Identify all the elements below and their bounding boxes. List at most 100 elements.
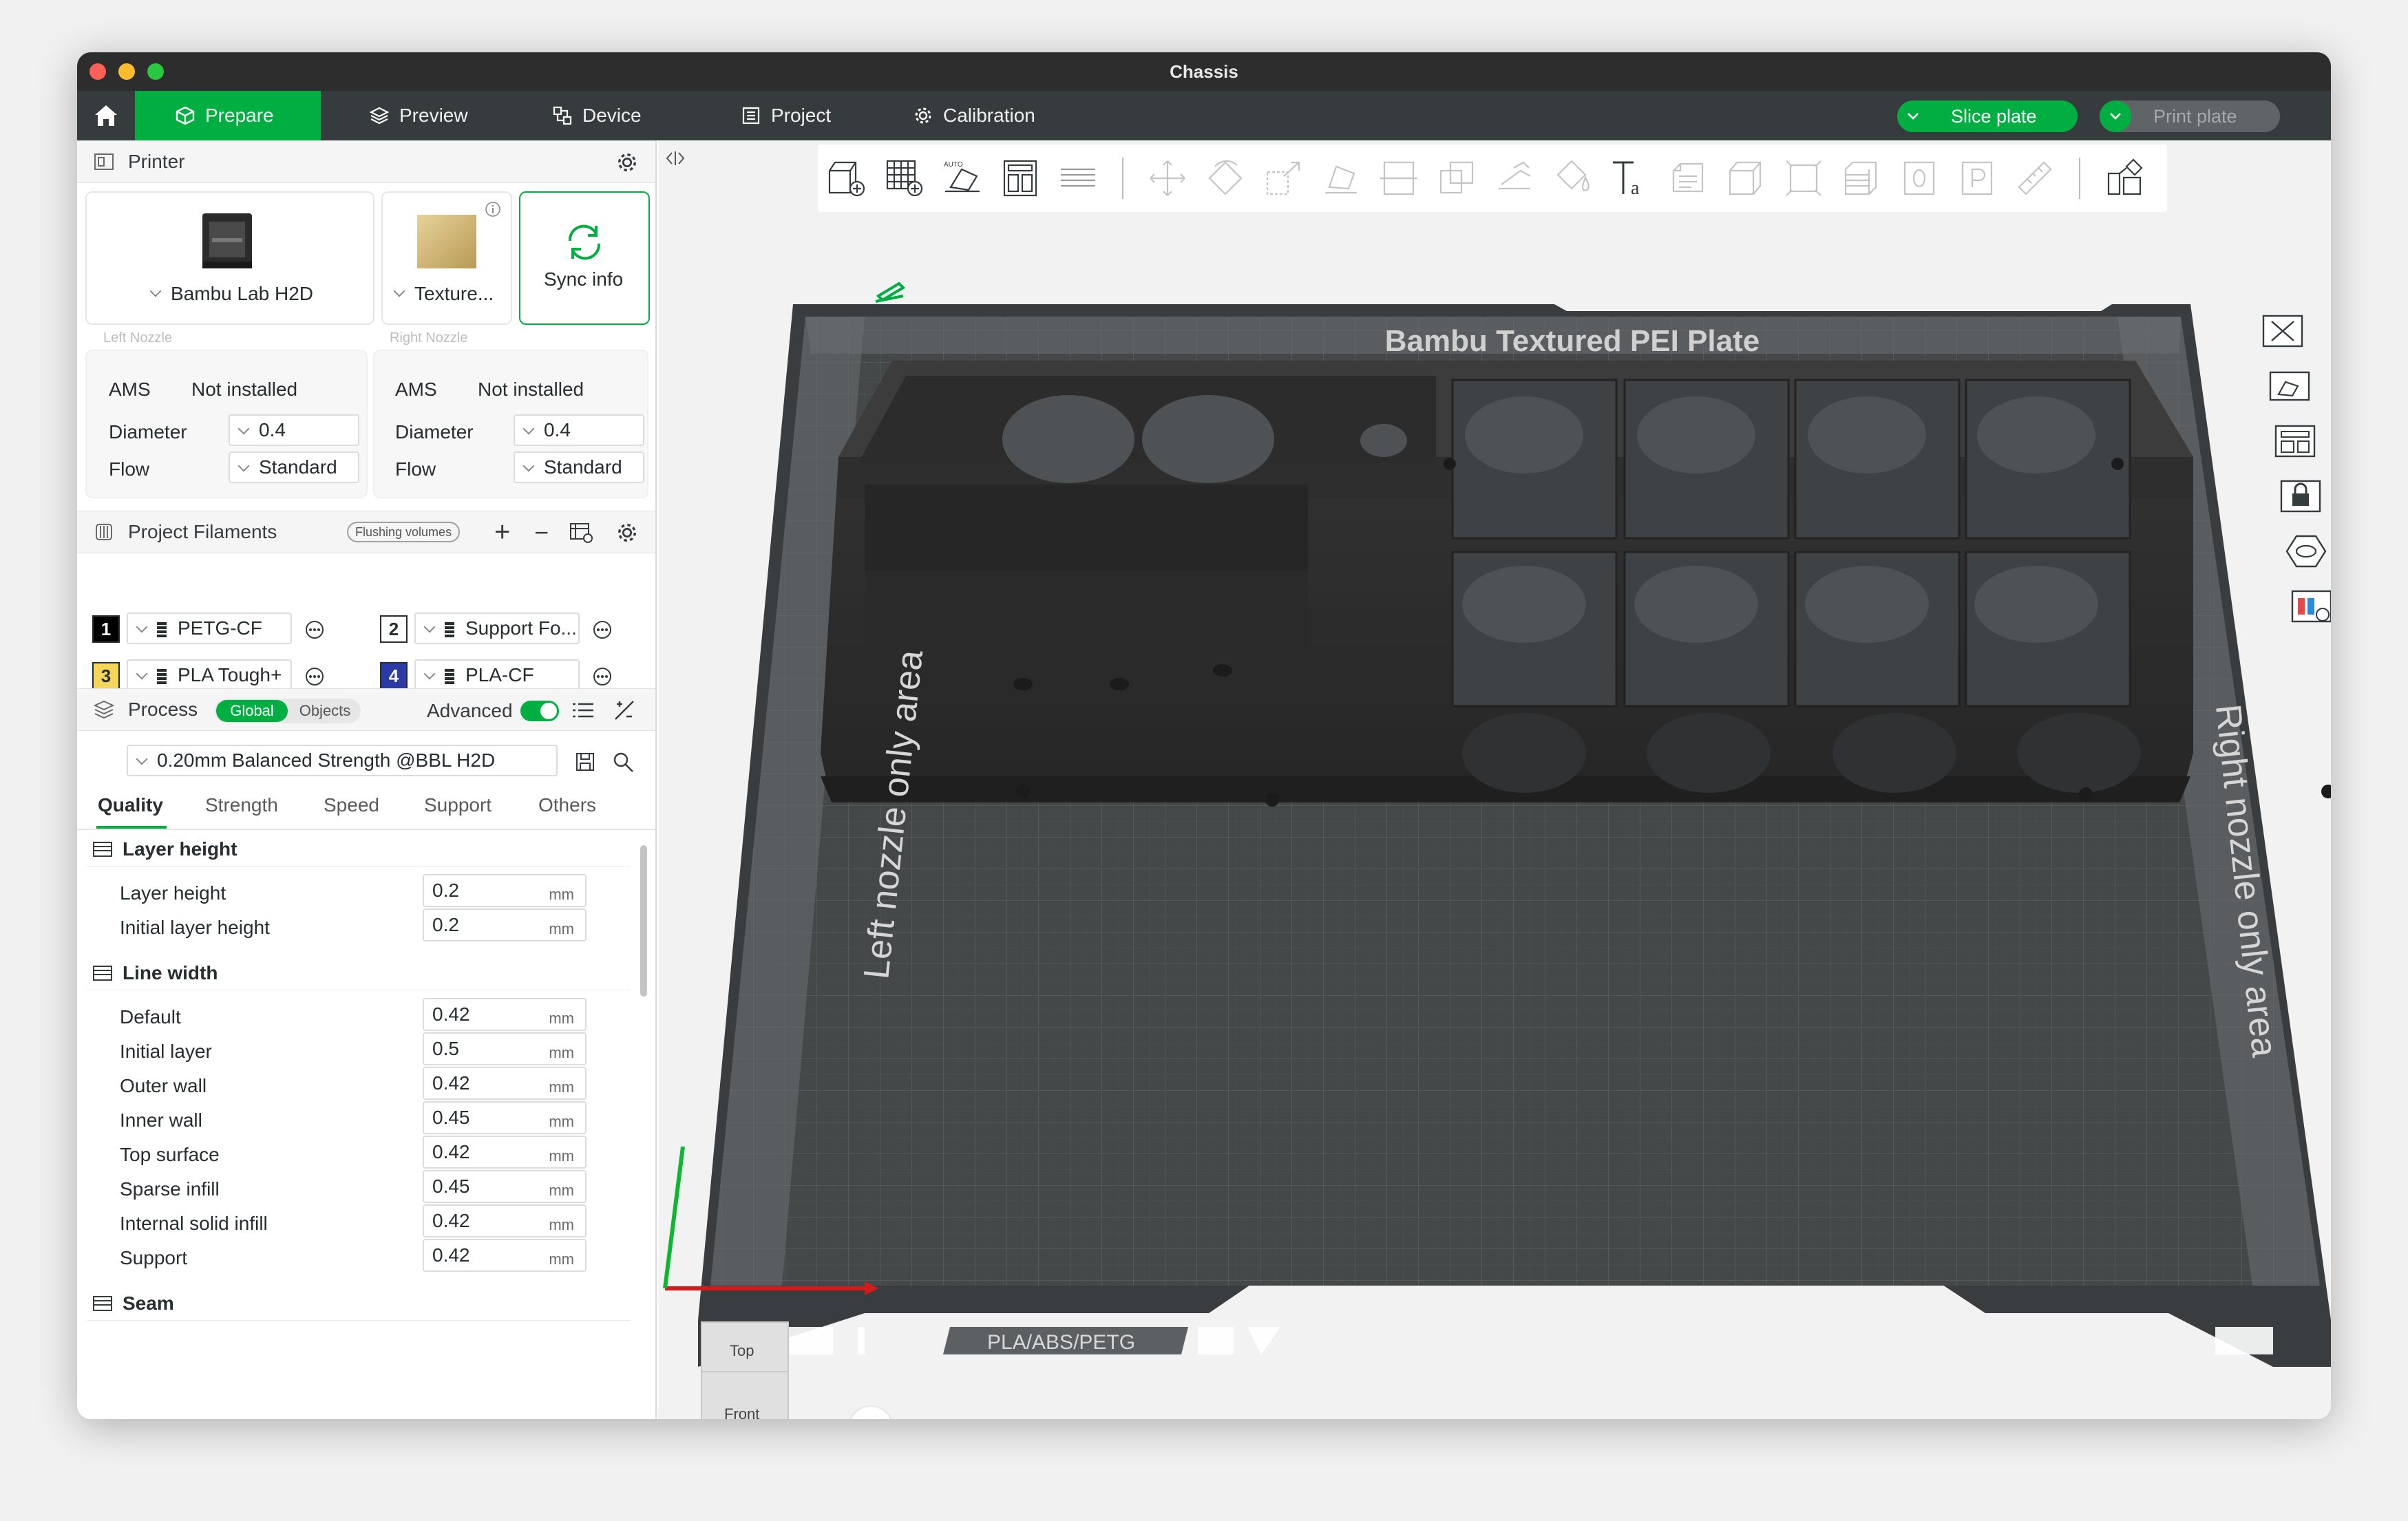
tab-device[interactable]: Device: [542, 91, 642, 140]
tab-calibration[interactable]: Calibration: [903, 91, 1035, 140]
arrange-button[interactable]: [991, 149, 1049, 207]
add-object-button[interactable]: [818, 149, 876, 207]
filament-settings-icon[interactable]: [569, 521, 593, 544]
printer-settings-gear-icon[interactable]: [615, 151, 639, 174]
object-layer-button[interactable]: [1890, 149, 1948, 207]
tab-speed[interactable]: Speed: [324, 794, 379, 816]
tab-strength[interactable]: Strength: [205, 794, 278, 816]
filament-more-icon[interactable]: [304, 619, 325, 640]
3d-viewport[interactable]: Bambu Textured PEI Plate Left nozzle onl…: [658, 140, 2331, 1419]
left-flow-select[interactable]: Standard: [229, 451, 359, 483]
collapse-sidebar-icon[interactable]: [665, 150, 686, 167]
slice-view-button[interactable]: [1833, 149, 1890, 207]
info-icon[interactable]: [485, 201, 501, 217]
auto-orient-button[interactable]: AUTO: [933, 149, 991, 207]
home-button[interactable]: [77, 91, 135, 140]
param-value-input[interactable]: 0.45 mm: [423, 1170, 587, 1203]
minimize-window-button[interactable]: [118, 63, 135, 80]
add-filament-icon[interactable]: +: [494, 517, 510, 548]
ruler-button[interactable]: [2006, 149, 2064, 207]
seam-paint-button[interactable]: [1543, 149, 1601, 207]
param-value-input[interactable]: 0.45 mm: [423, 1101, 587, 1134]
compare-icon[interactable]: [613, 699, 636, 722]
slice-options-dropdown[interactable]: [1897, 100, 1929, 132]
printer-model-select[interactable]: Bambu Lab H2D: [142, 278, 335, 310]
filament-select[interactable]: Support Fo...: [414, 613, 580, 644]
param-value-input[interactable]: 0.42 mm: [423, 1204, 587, 1237]
variable-height-button[interactable]: [1717, 149, 1775, 207]
plate-arrange-button[interactable]: [2266, 420, 2324, 462]
add-plate-button[interactable]: [876, 149, 933, 207]
sync-info-button[interactable]: Sync info: [519, 191, 650, 325]
save-preset-icon[interactable]: [574, 752, 596, 772]
svg-tool-button[interactable]: [1659, 149, 1717, 207]
filament-more-icon[interactable]: [304, 666, 325, 687]
view-cube[interactable]: Top Front: [701, 1321, 789, 1419]
tab-others[interactable]: Others: [538, 794, 596, 816]
scale-tool-button[interactable]: [1254, 149, 1312, 207]
slice-plate-button[interactable]: Slice plate: [1897, 100, 2078, 132]
plate-view-button[interactable]: [2277, 530, 2331, 573]
filament-more-icon[interactable]: [592, 666, 613, 687]
parameters-scrollbar[interactable]: [640, 845, 647, 997]
param-value-input[interactable]: 0.5 mm: [423, 1032, 587, 1065]
tab-project[interactable]: Project: [731, 91, 831, 140]
close-window-button[interactable]: [89, 63, 106, 80]
maximize-window-button[interactable]: [147, 63, 164, 80]
move-tool-button[interactable]: [1139, 149, 1196, 207]
search-icon[interactable]: [611, 750, 635, 774]
tab-prepare[interactable]: Prepare: [135, 91, 321, 140]
build-plate-scene[interactable]: Bambu Textured PEI Plate Left nozzle onl…: [658, 140, 2331, 1419]
process-preset-select[interactable]: 0.20mm Balanced Strength @BBL H2D: [127, 745, 558, 776]
plate-auto-orient-button[interactable]: [2261, 365, 2319, 407]
delete-all-button[interactable]: [2254, 310, 2312, 352]
param-value-input[interactable]: 0.2 mm: [423, 908, 587, 942]
view-cube-front[interactable]: Front: [724, 1405, 759, 1419]
param-value-input[interactable]: 0.42 mm: [423, 1136, 587, 1169]
param-value-input[interactable]: 0.2 mm: [423, 874, 587, 907]
right-flow-select[interactable]: Standard: [514, 451, 644, 483]
print-options-dropdown[interactable]: [2100, 100, 2131, 132]
param-value-input[interactable]: 0.42 mm: [423, 998, 587, 1031]
plate-filament-map-button[interactable]: [2283, 585, 2331, 628]
filament-number-badge[interactable]: 4: [380, 662, 408, 690]
param-value-input[interactable]: 0.42 mm: [423, 1239, 587, 1272]
filament-number-badge[interactable]: 3: [92, 662, 120, 690]
remove-filament-icon[interactable]: −: [534, 518, 549, 547]
flushing-volumes-button[interactable]: Flushing volumes: [347, 522, 461, 542]
edit-pencil-icon[interactable]: [875, 281, 906, 303]
plate-type-card[interactable]: Texture...: [381, 191, 512, 325]
left-diameter-select[interactable]: 0.4: [229, 414, 359, 446]
objects-toggle-option[interactable]: Objects: [291, 700, 359, 722]
chassis-model[interactable]: [821, 361, 2331, 807]
rotate-tool-button[interactable]: [1196, 149, 1254, 207]
filament-number-badge[interactable]: 1: [92, 615, 120, 643]
print-plate-button[interactable]: Print plate: [2100, 100, 2280, 132]
filament-select[interactable]: PETG-CF: [127, 613, 292, 644]
right-diameter-select[interactable]: 0.4: [514, 414, 644, 446]
list-icon[interactable]: [571, 700, 595, 721]
global-toggle-option[interactable]: Global: [216, 700, 288, 722]
tab-quality[interactable]: Quality: [98, 794, 163, 816]
plate-settings-button[interactable]: [1948, 149, 2006, 207]
global-objects-toggle[interactable]: Global Objects: [215, 699, 361, 723]
filament-gear-icon[interactable]: [615, 521, 639, 544]
lock-plate-button[interactable]: [2272, 475, 2330, 518]
param-value-input[interactable]: 0.42 mm: [423, 1067, 587, 1100]
printer-model-card[interactable]: Bambu Lab H2D: [85, 191, 374, 325]
filament-number-badge[interactable]: 2: [380, 615, 408, 643]
boolean-tool-button[interactable]: [1428, 149, 1486, 207]
plate-type-select[interactable]: Texture...: [386, 278, 507, 310]
measure-bounds-button[interactable]: [1775, 149, 1833, 207]
text-tool-button[interactable]: a: [1601, 149, 1659, 207]
tab-preview[interactable]: Preview: [359, 91, 468, 140]
filament-select[interactable]: PLA Tough+: [127, 659, 292, 691]
split-layers-button[interactable]: [1049, 149, 1107, 207]
filament-select[interactable]: PLA-CF: [414, 659, 580, 691]
advanced-toggle[interactable]: [520, 701, 559, 721]
support-paint-button[interactable]: [1486, 149, 1543, 207]
filament-more-icon[interactable]: [592, 619, 613, 640]
cut-tool-button[interactable]: [1370, 149, 1428, 207]
tab-support[interactable]: Support: [424, 794, 492, 816]
assembly-view-button[interactable]: [2095, 149, 2153, 207]
